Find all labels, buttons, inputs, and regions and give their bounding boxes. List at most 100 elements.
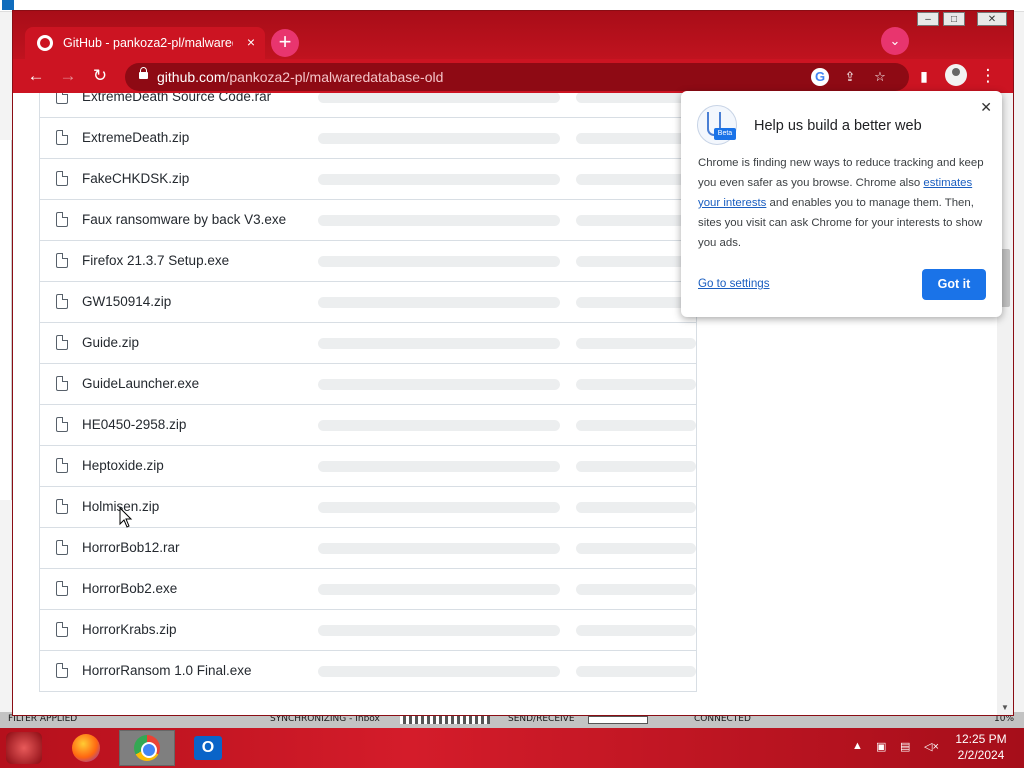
file-list: ExtremeDeath Source Code.rar ExtremeDeath… xyxy=(39,93,697,692)
file-icon xyxy=(56,581,68,596)
tab-close-icon[interactable]: × xyxy=(247,34,255,50)
reload-button[interactable]: ↻ xyxy=(89,65,111,87)
commit-date-placeholder xyxy=(576,379,696,390)
commit-date-placeholder xyxy=(576,584,696,595)
github-favicon-icon xyxy=(37,35,53,51)
commit-date-placeholder xyxy=(576,338,696,349)
file-icon xyxy=(56,376,68,391)
file-row[interactable]: FakeCHKDSK.zip xyxy=(40,159,696,200)
file-icon xyxy=(56,130,68,145)
file-row[interactable]: ExtremeDeath Source Code.rar xyxy=(40,93,696,118)
commit-message-placeholder xyxy=(318,461,560,472)
url-domain: github.com xyxy=(157,69,226,85)
file-name-link[interactable]: FakeCHKDSK.zip xyxy=(82,171,189,186)
close-window-button[interactable]: ✕ xyxy=(977,12,1007,26)
mouse-cursor-icon xyxy=(119,507,133,528)
url-text[interactable]: github.com/pankoza2-pl/malwaredatabase-o… xyxy=(157,69,443,85)
file-icon xyxy=(56,335,68,350)
show-hidden-icons-icon[interactable]: ▲ xyxy=(852,740,863,752)
commit-message-placeholder xyxy=(318,256,560,267)
commit-message-placeholder xyxy=(318,543,560,554)
address-bar[interactable]: github.com/pankoza2-pl/malwaredatabase-o… xyxy=(125,63,909,91)
go-to-settings-link[interactable]: Go to settings xyxy=(698,277,770,290)
file-row[interactable]: GW150914.zip xyxy=(40,282,696,323)
google-lens-icon[interactable]: G xyxy=(811,68,829,86)
profile-avatar[interactable] xyxy=(945,64,967,86)
chrome-window: – □ ✕ GitHub - pankoza2-pl/malwaredataba… xyxy=(12,10,1014,716)
file-row[interactable]: GuideLauncher.exe xyxy=(40,364,696,405)
chrome-icon xyxy=(134,735,160,761)
file-name-link[interactable]: GW150914.zip xyxy=(82,294,171,309)
start-button[interactable] xyxy=(6,732,42,764)
file-name-link[interactable]: HE0450-2958.zip xyxy=(82,417,186,432)
popup-close-icon[interactable]: ✕ xyxy=(980,99,992,116)
commit-date-placeholder xyxy=(576,625,696,636)
file-name-link[interactable]: HorrorBob12.rar xyxy=(82,540,180,555)
file-row[interactable]: ExtremeDeath.zip xyxy=(40,118,696,159)
file-row[interactable]: HorrorBob2.exe xyxy=(40,569,696,610)
commit-date-placeholder xyxy=(576,133,696,144)
commit-message-placeholder xyxy=(318,93,560,103)
commit-message-placeholder xyxy=(318,625,560,636)
taskbar-clock[interactable]: 12:25 PM 2/2/2024 xyxy=(950,731,1012,763)
popup-body: Chrome is finding new ways to reduce tra… xyxy=(698,153,990,253)
file-row[interactable]: Holmisen.zip xyxy=(40,487,696,528)
file-name-link[interactable]: GuideLauncher.exe xyxy=(82,376,199,391)
new-tab-button[interactable]: + xyxy=(271,29,299,57)
bookmark-star-icon[interactable]: ☆ xyxy=(871,68,889,86)
file-icon xyxy=(56,663,68,678)
action-center-icon[interactable]: ▣ xyxy=(876,740,886,753)
file-row[interactable]: Firefox 21.3.7 Setup.exe xyxy=(40,241,696,282)
firefox-icon xyxy=(72,734,100,762)
taskbar-outlook[interactable]: O xyxy=(180,730,236,766)
file-name-link[interactable]: ExtremeDeath Source Code.rar xyxy=(82,93,271,104)
file-row[interactable]: Guide.zip xyxy=(40,323,696,364)
file-icon xyxy=(56,540,68,555)
minimize-button[interactable]: – xyxy=(917,12,939,26)
file-name-link[interactable]: Heptoxide.zip xyxy=(82,458,164,473)
got-it-button[interactable]: Got it xyxy=(922,269,986,300)
commit-message-placeholder xyxy=(318,584,560,595)
file-name-link[interactable]: Faux ransomware by back V3.exe xyxy=(82,212,286,227)
back-button[interactable]: ← xyxy=(25,65,47,87)
file-icon xyxy=(56,93,68,104)
tab-title: GitHub - pankoza2-pl/malwaredatabase-old xyxy=(63,36,233,50)
file-name-link[interactable]: Guide.zip xyxy=(82,335,139,350)
file-name-link[interactable]: ExtremeDeath.zip xyxy=(82,130,189,145)
taskbar-firefox[interactable] xyxy=(58,730,114,766)
file-name-link[interactable]: HorrorKrabs.zip xyxy=(82,622,177,637)
outlook-icon: O xyxy=(194,736,222,760)
url-path: /pankoza2-pl/malwaredatabase-old xyxy=(225,69,444,85)
outlook-left-pane xyxy=(0,140,12,500)
side-panel-icon[interactable]: ▮ xyxy=(913,65,935,87)
forward-button[interactable]: → xyxy=(57,65,79,87)
chrome-menu-icon[interactable]: ⋮ xyxy=(977,65,999,87)
file-name-link[interactable]: HorrorRansom 1.0 Final.exe xyxy=(82,663,252,678)
file-name-link[interactable]: Firefox 21.3.7 Setup.exe xyxy=(82,253,229,268)
commit-message-placeholder xyxy=(318,215,560,226)
beta-tag: Beta xyxy=(714,128,736,140)
commit-message-placeholder xyxy=(318,666,560,677)
file-row[interactable]: HorrorBob12.rar xyxy=(40,528,696,569)
file-name-link[interactable]: HorrorBob2.exe xyxy=(82,581,177,596)
file-row[interactable]: Faux ransomware by back V3.exe xyxy=(40,200,696,241)
file-row[interactable]: HE0450-2958.zip xyxy=(40,405,696,446)
commit-message-placeholder xyxy=(318,174,560,185)
volume-muted-icon[interactable]: ◁× xyxy=(924,740,939,753)
sync-progress-bar xyxy=(400,716,490,724)
file-icon xyxy=(56,212,68,227)
file-row[interactable]: Heptoxide.zip xyxy=(40,446,696,487)
scroll-down-arrow-icon[interactable]: ▼ xyxy=(1000,703,1010,713)
lock-icon[interactable] xyxy=(139,67,148,81)
tab-search-button[interactable]: ⌄ xyxy=(881,27,909,55)
file-row[interactable]: HorrorRansom 1.0 Final.exe xyxy=(40,651,696,692)
file-row[interactable]: HorrorKrabs.zip xyxy=(40,610,696,651)
commit-date-placeholder xyxy=(576,502,696,513)
network-icon[interactable]: ▤ xyxy=(900,740,910,753)
maximize-button[interactable]: □ xyxy=(943,12,965,26)
browser-toolbar: ← → ↻ github.com/pankoza2-pl/malwaredata… xyxy=(13,59,1013,93)
commit-date-placeholder xyxy=(576,543,696,554)
tab-github[interactable]: GitHub - pankoza2-pl/malwaredatabase-old… xyxy=(25,27,265,59)
share-icon[interactable]: ⇪ xyxy=(841,68,859,86)
taskbar-chrome[interactable] xyxy=(119,730,175,766)
